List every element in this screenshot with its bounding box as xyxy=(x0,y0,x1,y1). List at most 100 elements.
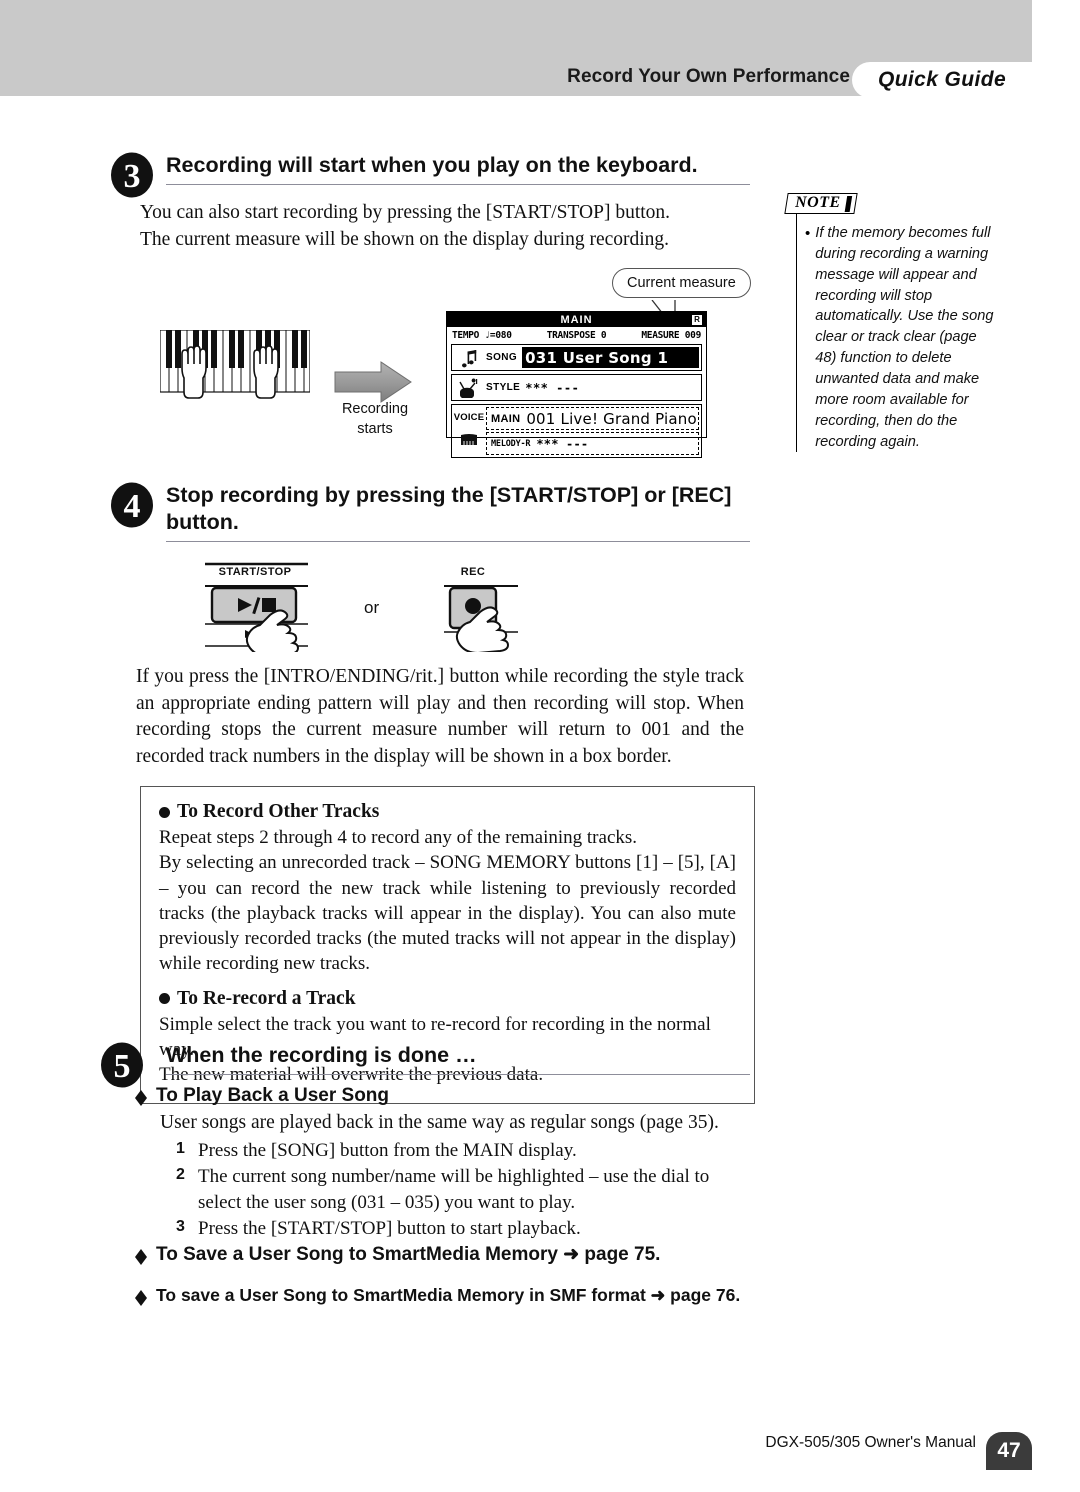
step-4-number: 4 xyxy=(124,488,141,525)
bullet-dot-icon-2 xyxy=(159,993,170,1005)
list-item-number: 1 xyxy=(176,1140,185,1157)
footer-manual-name: DGX-505/305 Owner's Manual xyxy=(765,1434,976,1451)
step-4-block: 4 Stop recording by pressing the [START/… xyxy=(110,482,750,543)
or-label: or xyxy=(364,598,380,617)
lcd-voice-melody-value: *** --- xyxy=(536,436,589,451)
save-smartmedia-link-row[interactable]: To Save a User Song to SmartMedia Memory… xyxy=(135,1243,660,1266)
lcd-display: MAIN R TEMPO ♩=080 TRANSPOSE 0 MEASURE 0… xyxy=(446,311,707,458)
lcd-record-indicator: R xyxy=(691,313,703,326)
current-measure-callout: Current measure xyxy=(612,268,751,298)
lcd-voice-main-value: 001 Live! Grand Piano xyxy=(526,409,697,428)
step-3-number: 3 xyxy=(124,158,141,195)
save-smf-link[interactable]: To save a User Song to SmartMedia Memory… xyxy=(135,1285,740,1306)
lcd-voice-melody-tag: MELODY-R xyxy=(491,438,531,449)
to-record-other-tracks-heading: To Record Other Tracks xyxy=(159,801,736,823)
start-stop-button-figure: START/STOP xyxy=(200,560,330,658)
step-3-paragraph: You can also start recording by pressing… xyxy=(140,200,740,253)
page-number-badge: 47 xyxy=(986,1432,1032,1470)
lcd-transpose: TRANSPOSE 0 xyxy=(546,330,607,341)
page-footer: DGX-505/305 Owner's Manual 47 xyxy=(765,1424,1032,1470)
rec-caption: REC xyxy=(460,566,486,578)
list-item-text: The current song number/name will be hig… xyxy=(198,1166,710,1213)
left-hand-icon xyxy=(181,345,207,399)
music-note-icon xyxy=(452,348,486,368)
lcd-status-row: TEMPO ♩=080 TRANSPOSE 0 MEASURE 009 xyxy=(447,327,706,344)
page-right-gutter xyxy=(1032,0,1080,1492)
quick-guide-tab: Quick Guide xyxy=(852,62,1032,98)
play-back-steps: 1 Press the [SONG] button from the MAIN … xyxy=(176,1138,756,1242)
lcd-song-value: 031 User Song 1 xyxy=(522,347,699,368)
step-4-heading-line-1: Stop recording by pressing the [START/ST… xyxy=(166,483,732,507)
step-5-number: 5 xyxy=(114,1048,131,1085)
to-re-record-a-track-label: To Re-record a Track xyxy=(177,987,356,1009)
recording-starts-label: Recording starts xyxy=(338,400,412,439)
record-other-tracks-p1: Repeat steps 2 through 4 to record any o… xyxy=(159,827,638,848)
step-5-block: 5 When the recording is done … xyxy=(100,1042,750,1088)
lcd-title: MAIN xyxy=(560,313,593,326)
save-smartmedia-link[interactable]: To Save a User Song to SmartMedia Memory… xyxy=(135,1243,660,1266)
lcd-measure: MEASURE 009 xyxy=(641,330,701,341)
list-item-number: 3 xyxy=(176,1217,185,1235)
lcd-style-row: STYLE *** --- xyxy=(451,374,702,401)
list-item-text: Press the [START/STOP] button to start p… xyxy=(198,1217,581,1239)
note-tab: NOTE xyxy=(784,193,858,214)
rec-button-figure: REC xyxy=(442,560,562,657)
lcd-song-tag: SONG xyxy=(486,352,518,363)
to-re-record-a-track-heading: To Re-record a Track xyxy=(159,988,736,1010)
list-item: 3 Press the [START/STOP] button to start… xyxy=(176,1216,756,1241)
lcd-voice-main-tag: MAIN xyxy=(491,412,521,425)
diamond-icon xyxy=(135,1284,147,1306)
lcd-voice-melody-line: MELODY-R *** --- xyxy=(486,432,699,455)
step-3-block: 3 Recording will start when you play on … xyxy=(110,152,750,198)
step-5-number-badge: 5 xyxy=(100,1042,144,1088)
lcd-titlebar: MAIN R xyxy=(447,312,706,327)
lcd-voice-main-line: MAIN 001 Live! Grand Piano xyxy=(486,407,699,430)
list-item-text: Press the [SONG] button from the MAIN di… xyxy=(198,1140,577,1161)
diamond-icon xyxy=(135,1243,147,1265)
piano-icon xyxy=(459,432,479,451)
step-3-paragraph-line-2: The current measure will be shown on the… xyxy=(140,228,670,250)
step-5-heading: When the recording is done … xyxy=(166,1042,750,1076)
note-item: • If the memory becomes full during reco… xyxy=(797,223,1001,452)
save-smf-link-row[interactable]: To save a User Song to SmartMedia Memory… xyxy=(135,1285,740,1306)
save-smartmedia-label[interactable]: To Save a User Song to SmartMedia Memory… xyxy=(156,1243,660,1266)
diamond-icon xyxy=(135,1084,147,1106)
note-bullet: • xyxy=(805,225,811,242)
note-body: • If the memory becomes full during reco… xyxy=(796,214,1001,453)
save-smf-label[interactable]: To save a User Song to SmartMedia Memory… xyxy=(156,1285,740,1306)
recording-starts-line-2: starts xyxy=(357,420,393,437)
record-other-tracks-p2: By selecting an unrecorded track – SONG … xyxy=(159,852,736,975)
step-3-paragraph-line-1: You can also start recording by pressing… xyxy=(140,202,671,223)
list-item: 2 The current song number/name will be h… xyxy=(176,1164,756,1215)
right-hand-icon xyxy=(253,345,279,399)
step-4-heading-line-2: button. xyxy=(166,510,239,535)
lcd-tempo: TEMPO ♩=080 xyxy=(452,330,512,341)
recording-starts-line-1: Recording xyxy=(341,401,409,417)
list-item-number: 2 xyxy=(176,1166,185,1184)
start-stop-caption: START/STOP xyxy=(218,566,292,578)
step-3-number-badge: 3 xyxy=(110,152,154,198)
lcd-voice-row: VOICE MAIN 001 Live! Grand Piano MELODY-… xyxy=(451,404,702,458)
lcd-song-row: SONG 031 User Song 1 xyxy=(451,344,702,371)
play-back-user-song-heading: To Play Back a User Song xyxy=(135,1085,389,1107)
note-text: If the memory becomes full during record… xyxy=(815,225,994,450)
lcd-voice-right: MAIN 001 Live! Grand Piano MELODY-R *** … xyxy=(486,405,701,457)
step-4-heading: Stop recording by pressing the [START/ST… xyxy=(166,482,750,543)
play-back-intro: User songs are played back in the same w… xyxy=(160,1112,719,1133)
lcd-style-tag: STYLE xyxy=(486,382,521,393)
step-4-number-badge: 4 xyxy=(110,482,154,528)
page-title: Record Your Own Performance xyxy=(567,66,850,87)
to-record-other-tracks-label: To Record Other Tracks xyxy=(177,801,380,822)
page: Record Your Own Performance Quick Guide … xyxy=(0,0,1080,1492)
drums-icon xyxy=(452,377,486,398)
step-3-heading: Recording will start when you play on th… xyxy=(166,152,750,186)
lcd-style-value: *** --- xyxy=(525,380,580,395)
lcd-voice-left: VOICE xyxy=(452,405,486,457)
note-tab-bar xyxy=(844,196,853,212)
play-back-user-song-heading-row: To Play Back a User Song xyxy=(135,1085,389,1107)
list-item: 1 Press the [SONG] button from the MAIN … xyxy=(176,1138,756,1163)
note-box: NOTE • If the memory becomes full during… xyxy=(784,193,1001,453)
bullet-dot-icon xyxy=(159,806,170,818)
keyboard-illustration xyxy=(159,329,311,440)
play-back-user-song-label: To Play Back a User Song xyxy=(156,1085,390,1106)
